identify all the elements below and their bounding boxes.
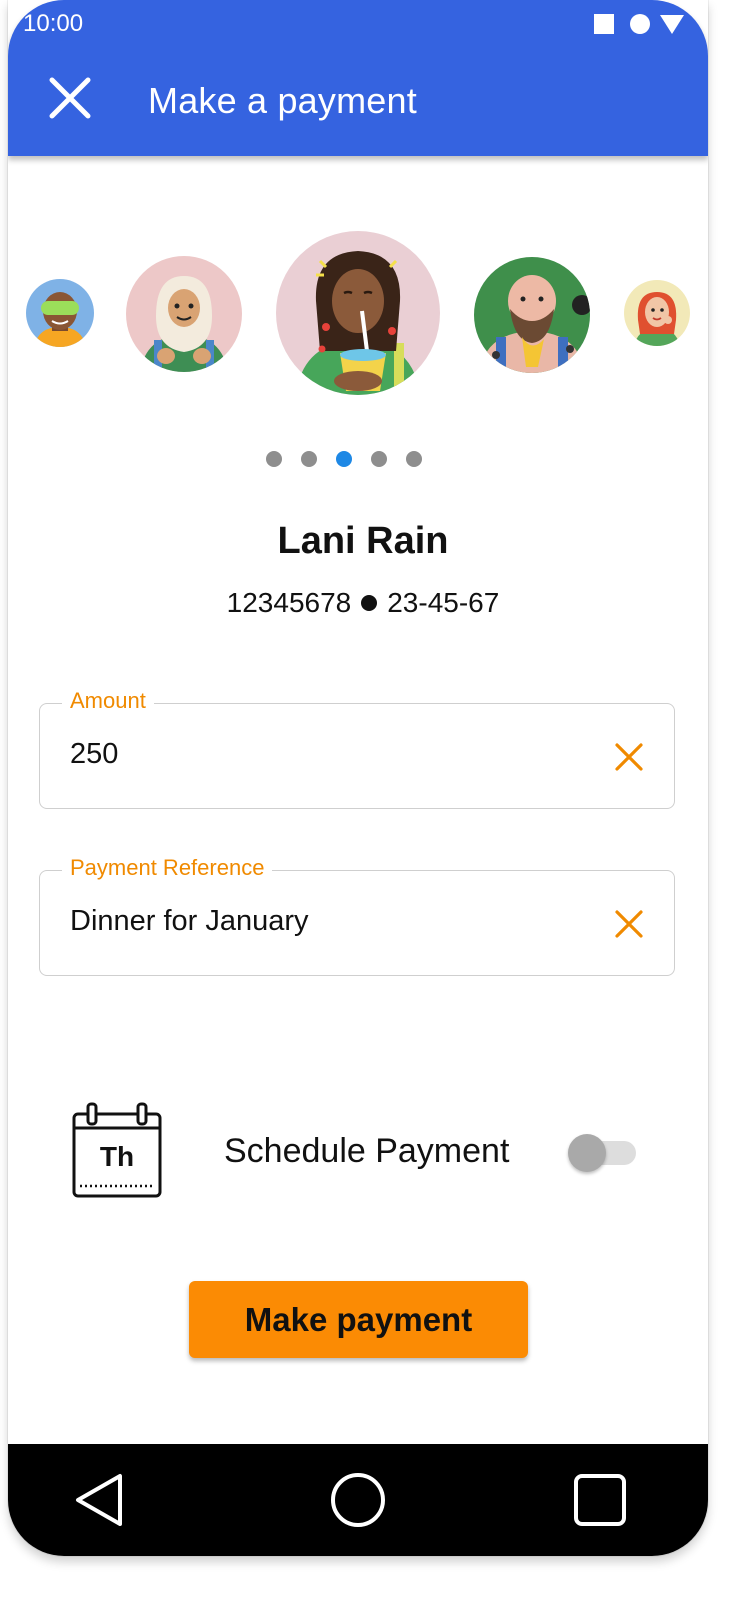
recipient-account: 12345678 23-45-67 bbox=[8, 587, 708, 619]
recents-button[interactable] bbox=[568, 1468, 632, 1532]
stop-icon bbox=[594, 14, 614, 34]
avatar-bearded-tattoo[interactable] bbox=[474, 257, 590, 373]
recents-icon bbox=[574, 1474, 626, 1526]
pagination-dot[interactable] bbox=[371, 451, 387, 467]
avatar-hijab[interactable] bbox=[126, 256, 242, 372]
phone-screen: 10:00 Make a payment Lani Rain 12345678 … bbox=[8, 0, 708, 1556]
signal-triangle-icon bbox=[660, 15, 684, 34]
clear-reference-button[interactable] bbox=[614, 909, 644, 939]
avatar-vr-headset[interactable] bbox=[26, 279, 94, 347]
recipient-carousel[interactable] bbox=[8, 220, 708, 410]
make-payment-button[interactable]: Make payment bbox=[189, 1281, 528, 1358]
account-number: 12345678 bbox=[226, 587, 352, 618]
payment-reference-input[interactable] bbox=[70, 901, 590, 941]
carousel-pagination bbox=[263, 451, 433, 469]
close-button[interactable] bbox=[46, 74, 94, 122]
sort-code: 23-45-67 bbox=[387, 587, 500, 618]
schedule-payment-label: Schedule Payment bbox=[224, 1132, 510, 1170]
pagination-dot[interactable] bbox=[301, 451, 317, 467]
pagination-dot[interactable] bbox=[406, 451, 422, 467]
clear-icon bbox=[615, 910, 643, 938]
separator-dot bbox=[361, 594, 378, 611]
pagination-dot[interactable] bbox=[266, 451, 282, 467]
clear-icon bbox=[615, 743, 643, 771]
home-button[interactable] bbox=[326, 1468, 390, 1532]
calendar-day: Th bbox=[100, 1141, 134, 1172]
app-bar: 10:00 Make a payment bbox=[8, 0, 708, 156]
avatar-red-hair[interactable] bbox=[624, 280, 690, 346]
amount-label: Amount bbox=[62, 688, 154, 714]
status-time: 10:00 bbox=[23, 10, 84, 37]
payment-reference-field[interactable]: Payment Reference bbox=[39, 855, 675, 976]
home-icon bbox=[331, 1473, 385, 1527]
payment-reference-label: Payment Reference bbox=[62, 855, 273, 881]
system-nav-bar bbox=[8, 1444, 708, 1556]
amount-field[interactable]: Amount bbox=[39, 688, 675, 809]
page-title: Make a payment bbox=[148, 80, 417, 121]
back-icon bbox=[76, 1474, 122, 1526]
clear-amount-button[interactable] bbox=[614, 742, 644, 772]
back-button[interactable] bbox=[68, 1468, 132, 1532]
amount-input[interactable] bbox=[70, 734, 590, 774]
pagination-dot-active[interactable] bbox=[336, 451, 352, 467]
close-icon bbox=[49, 77, 91, 119]
avatar-dreadlocks-drink-selected[interactable] bbox=[276, 231, 440, 395]
toggle-thumb bbox=[568, 1134, 606, 1172]
recipient-name: Lani Rain bbox=[277, 520, 449, 562]
status-icons bbox=[594, 14, 684, 34]
calendar-icon: Th bbox=[72, 1102, 162, 1198]
schedule-payment-toggle[interactable] bbox=[568, 1134, 638, 1174]
circle-icon bbox=[630, 14, 650, 34]
